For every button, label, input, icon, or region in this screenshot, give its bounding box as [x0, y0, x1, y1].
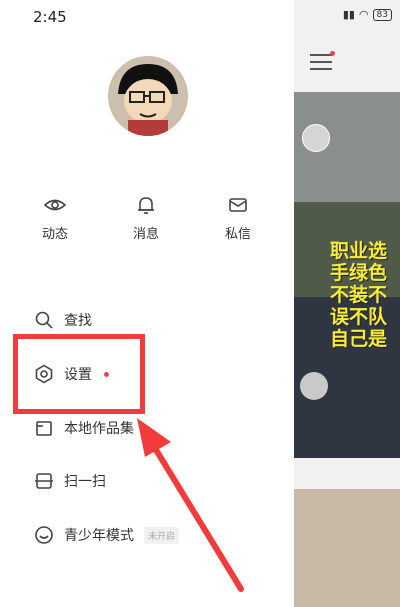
search-icon: [34, 310, 54, 330]
smiley-icon: [34, 525, 54, 545]
menu-icon[interactable]: [310, 51, 335, 72]
menu-item-youth-mode[interactable]: 青少年模式 未开启: [34, 521, 180, 549]
quick-direct-messages[interactable]: 私信: [208, 195, 268, 242]
video-caption: 职业选手绿色不装不误不队自己是: [330, 240, 388, 350]
side-drawer: 2:45 动态 消息 私信 查找 设置 本地作品集 扫一扫 青少年模式 未开启: [0, 0, 294, 607]
battery-icon: 83: [372, 8, 392, 21]
menu-item-youth-mode-label: 青少年模式: [64, 528, 134, 544]
feed-panel: ▮▮ ◠ 83 职业选手绿色不装不误不队自己是: [294, 0, 400, 607]
video-card[interactable]: [294, 489, 400, 607]
menu-item-local-works[interactable]: 本地作品集: [34, 414, 134, 442]
menu-item-scan[interactable]: 扫一扫: [34, 467, 106, 495]
menu-item-search-label: 查找: [64, 313, 92, 329]
scan-icon: [34, 471, 54, 491]
author-avatar[interactable]: [302, 124, 330, 152]
quick-messages-label: 消息: [132, 227, 159, 242]
menu-item-local-works-label: 本地作品集: [64, 421, 134, 437]
status-badge: 未开启: [144, 526, 180, 544]
menu-item-search[interactable]: 查找: [34, 306, 92, 334]
avatar[interactable]: [108, 56, 188, 136]
status-icons: ▮▮ ◠ 83: [343, 8, 392, 21]
quick-messages[interactable]: 消息: [116, 195, 176, 242]
folder-icon: [34, 418, 54, 438]
quick-activity[interactable]: 动态: [25, 195, 85, 242]
quick-actions: 动态 消息 私信: [0, 195, 294, 255]
quick-dm-label: 私信: [224, 227, 251, 242]
status-time: 2:45: [33, 8, 67, 26]
author-avatar[interactable]: [300, 372, 328, 400]
eye-icon: [44, 199, 66, 211]
mail-icon: [229, 198, 247, 212]
highlight-box: [13, 334, 145, 414]
quick-activity-label: 动态: [41, 227, 68, 242]
signal-icon: ▮▮: [342, 8, 355, 21]
notification-dot: [330, 51, 335, 56]
bell-icon: [138, 197, 154, 214]
video-card[interactable]: 职业选手绿色不装不误不队自己是: [294, 92, 400, 458]
wifi-icon: ◠: [358, 8, 369, 21]
menu-item-scan-label: 扫一扫: [64, 474, 106, 490]
